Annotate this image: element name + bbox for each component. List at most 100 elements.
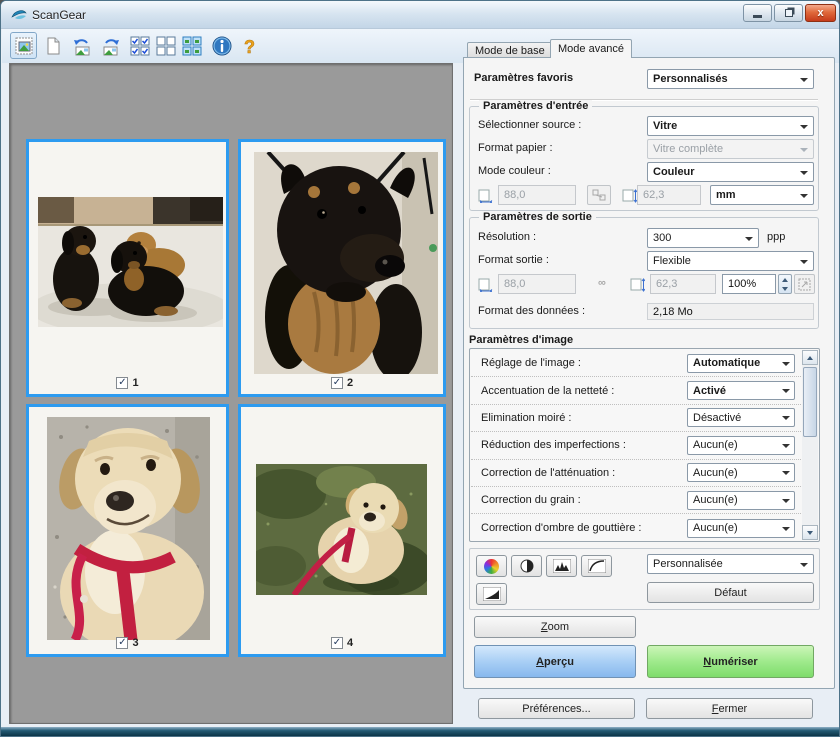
paper-size-select: Vitre complète <box>647 139 814 159</box>
scan-button[interactable]: Numériser <box>647 645 814 678</box>
restore-button[interactable] <box>774 4 803 22</box>
setting-label: Réglage de l'image : <box>481 357 581 370</box>
scroll-up-button[interactable] <box>802 350 818 365</box>
thumbnail-view-button[interactable] <box>10 32 37 59</box>
image-setting-row: Correction d'ombre de gouttière : Aucun(… <box>471 514 801 541</box>
image-adjustment-select[interactable]: Automatique <box>687 353 795 373</box>
aspect-link-icon: ∞ <box>598 277 606 289</box>
spinner-down[interactable] <box>779 284 791 293</box>
saturation-color-balance-button[interactable] <box>476 555 507 577</box>
check-all-grid-icon <box>130 36 149 55</box>
scroll-down-button[interactable] <box>802 525 818 540</box>
tab-advanced-mode[interactable]: Mode avancé <box>550 39 633 58</box>
output-height-field: 62,3 <box>650 274 716 294</box>
dust-scratches-select[interactable]: Aucun(e) <box>687 435 795 455</box>
thumbnail-checkbox-2[interactable]: ✓ <box>330 377 343 389</box>
unsharp-mask-select[interactable]: Activé <box>687 381 795 401</box>
output-format-label: Format sortie : <box>478 254 549 266</box>
info-button[interactable] <box>208 32 235 59</box>
favorites-label: Paramètres favoris <box>474 72 574 84</box>
thumbnail-check-row: ✓ 4 <box>241 637 443 649</box>
tone-curve-button[interactable] <box>581 555 612 577</box>
chevron-down-icon <box>800 78 808 86</box>
tone-curve-icon <box>587 559 606 573</box>
thumbnail-frame-2[interactable]: ✓ 2 <box>238 139 446 397</box>
color-mode-select[interactable]: Couleur <box>647 162 814 182</box>
unit-select[interactable]: mm <box>710 185 814 205</box>
image-setting-row: Correction du grain : Aucun(e) <box>471 487 801 515</box>
minimize-icon <box>753 14 762 18</box>
down-arrow-icon <box>807 530 813 538</box>
close-button[interactable]: x <box>805 4 836 22</box>
minimize-button[interactable] <box>743 4 772 22</box>
histogram-button[interactable] <box>546 555 577 577</box>
descreen-select[interactable]: Désactivé <box>687 408 795 428</box>
thumbnail-frame-1[interactable]: ✓ 1 <box>26 139 229 397</box>
image-settings-scrollbar[interactable] <box>802 350 818 540</box>
setting-label: Réduction des imperfections : <box>481 439 626 452</box>
final-review-button[interactable] <box>476 583 507 605</box>
chevron-down-icon <box>782 416 790 424</box>
default-button[interactable]: Défaut <box>647 582 814 603</box>
titlebar: ScanGear x <box>1 1 839 29</box>
scale-percent-field[interactable]: 100% <box>722 274 776 294</box>
uncheck-all-grid-icon <box>156 36 175 55</box>
fading-correction-select[interactable]: Aucun(e) <box>687 463 795 483</box>
preferences-button[interactable]: Préférences... <box>478 698 635 719</box>
chevron-down-icon <box>782 443 790 452</box>
scale-spinner[interactable] <box>778 274 792 294</box>
scrollbar-thumb[interactable] <box>803 367 817 437</box>
rotate-left-button[interactable] <box>68 32 95 59</box>
close-dialog-button[interactable]: Fermer <box>646 698 813 719</box>
thumbnail-number: 4 <box>346 637 354 649</box>
advanced-mode-panel: Paramètres favoris Personnalisés Paramèt… <box>463 57 835 689</box>
chevron-down-icon <box>800 260 808 268</box>
image-setting-row: Réglage de l'image : Automatique <box>471 350 801 378</box>
link-icon <box>592 189 606 201</box>
check-all-frames-button[interactable] <box>126 32 153 59</box>
help-button[interactable]: ? <box>236 32 263 59</box>
gutter-shadow-select[interactable]: Aucun(e) <box>687 518 795 538</box>
spinner-up[interactable] <box>779 275 791 284</box>
thumbnail-photo-3 <box>47 417 210 640</box>
image-settings-list: Réglage de l'image : Automatique Accentu… <box>469 348 820 542</box>
close-icon: x <box>817 7 824 19</box>
thumbnail-checkbox-3[interactable]: ✓ <box>116 637 129 649</box>
resolution-select[interactable]: 300 <box>647 228 759 248</box>
input-settings-title: Paramètres d'entrée <box>479 100 593 112</box>
uncheck-all-frames-button[interactable] <box>152 32 179 59</box>
histogram-icon <box>552 559 571 573</box>
crop-adjust-icon <box>798 278 811 290</box>
favorites-select[interactable]: Personnalisés <box>647 69 814 89</box>
thumbnail-checkbox-1[interactable]: ✓ <box>116 377 129 389</box>
keep-aspect-ratio-button <box>587 185 611 205</box>
rotate-left-icon <box>73 38 89 55</box>
chevron-down-icon <box>782 471 790 479</box>
svg-text:?: ? <box>244 37 255 57</box>
chevron-down-icon <box>800 125 808 133</box>
color-preset-select[interactable]: Personnalisée <box>647 554 814 574</box>
thumbnail-frame-4[interactable]: ✓ 4 <box>238 404 446 657</box>
thumbnail-frame-3[interactable]: ✓ 3 <box>26 404 229 657</box>
select-all-frames-button[interactable] <box>178 32 205 59</box>
window-title: ScanGear <box>32 8 87 22</box>
image-setting-row: Accentuation de la netteté : Activé <box>471 377 801 405</box>
setting-label: Elimination moiré : <box>481 411 572 424</box>
input-height-icon <box>622 189 637 203</box>
thumbnail-checkbox-4[interactable]: ✓ <box>330 637 343 649</box>
preview-area: ✓ 1 ✓ 2 ✓ 3 ✓ 4 <box>9 63 453 724</box>
zoom-button[interactable]: Zoom <box>474 616 636 638</box>
preview-button[interactable]: Aperçu <box>474 645 636 678</box>
source-select[interactable]: Vitre <box>647 116 814 136</box>
clear-crop-button[interactable] <box>39 32 66 59</box>
chevron-down-icon <box>800 171 808 179</box>
thumbnail-photo-2 <box>254 152 438 374</box>
brightness-contrast-button[interactable] <box>511 555 542 577</box>
grain-correction-select[interactable]: Aucun(e) <box>687 490 795 510</box>
rotate-right-button[interactable] <box>97 32 124 59</box>
thumbnail-check-row: ✓ 3 <box>29 637 226 649</box>
image-setting-row: Correction de l'atténuation : Aucun(e) <box>471 460 801 487</box>
output-format-select[interactable]: Flexible <box>647 251 814 271</box>
tab-basic-mode[interactable]: Mode de base <box>467 42 553 58</box>
image-settings-rows: Réglage de l'image : Automatique Accentu… <box>471 350 801 540</box>
